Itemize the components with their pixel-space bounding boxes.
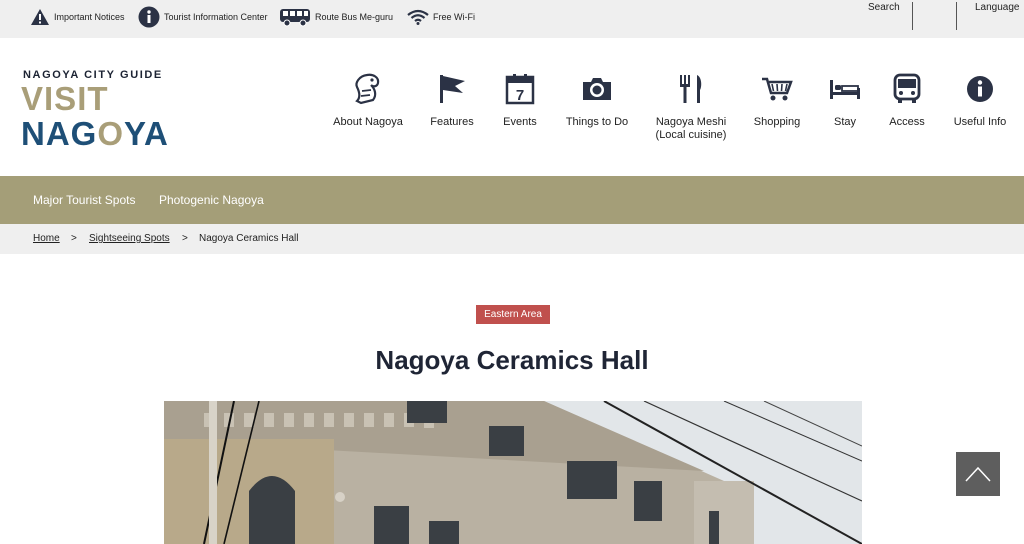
- nav-label: Events: [503, 116, 537, 128]
- utility-bar: Important Notices Tourist Information Ce…: [0, 0, 1024, 38]
- logo-visit: VISIT: [21, 80, 109, 117]
- area-badge[interactable]: Eastern Area: [476, 305, 550, 324]
- breadcrumb-current: Nagoya Ceramics Hall: [199, 233, 299, 244]
- nav-things-to-do[interactable]: Things to Do: [552, 72, 642, 129]
- tourist-info-label: Tourist Information Center: [164, 12, 268, 22]
- chevron-up-icon: [965, 466, 991, 482]
- important-notices-link[interactable]: Important Notices: [30, 6, 125, 28]
- nav-useful-info[interactable]: Useful Info: [935, 72, 1024, 129]
- nav-label: Features: [430, 116, 474, 128]
- route-bus-label: Route Bus Me-guru: [315, 12, 394, 22]
- nav-label: Access: [889, 116, 925, 128]
- bed-icon: [830, 80, 860, 99]
- shachihoko-icon: [355, 73, 380, 105]
- info-icon: [967, 76, 993, 102]
- important-notices-label: Important Notices: [54, 12, 125, 22]
- nav-label: Stay: [833, 116, 856, 128]
- breadcrumb-separator: >: [182, 233, 188, 244]
- warning-icon: [31, 9, 49, 25]
- breadcrumb-sightseeing[interactable]: Sightseeing Spots: [89, 233, 170, 244]
- nav-nagoya-meshi[interactable]: Nagoya Meshi (Local cuisine): [646, 72, 736, 142]
- sub-navigation: Major Tourist Spots Photogenic Nagoya: [0, 176, 1024, 224]
- camera-icon: [583, 78, 611, 100]
- logo-nagoya-o: O: [97, 117, 124, 150]
- bus-icon: [893, 73, 921, 103]
- nav-label: About Nagoya: [333, 116, 403, 128]
- route-bus-link[interactable]: Route Bus Me-guru: [279, 6, 393, 28]
- major-tourist-spots-link[interactable]: Major Tourist Spots: [33, 193, 136, 207]
- nav-label: Things to Do: [565, 116, 629, 128]
- back-to-top-button[interactable]: [956, 452, 1000, 496]
- calendar-icon: 7: [505, 74, 535, 105]
- language-link[interactable]: Language: [975, 2, 1020, 32]
- fork-knife-icon: [680, 75, 702, 103]
- main-photo: [164, 401, 862, 544]
- free-wifi-link[interactable]: Free Wi-Fi: [407, 6, 475, 28]
- bus-side-icon: [280, 9, 310, 27]
- info-circle-icon: [138, 6, 160, 28]
- cart-icon: [762, 77, 793, 101]
- logo-nagoya: NAGOYA: [21, 117, 169, 150]
- nav-label: Shopping: [753, 116, 801, 128]
- divider: [912, 2, 913, 30]
- photogenic-nagoya-link[interactable]: Photogenic Nagoya: [159, 193, 264, 207]
- nav-label: Nagoya Meshi (Local cuisine): [655, 116, 727, 142]
- site-header: NAGOYA CITY GUIDE VISIT NAGOYA About Nag…: [0, 38, 1024, 176]
- nav-about-nagoya[interactable]: About Nagoya: [323, 72, 413, 129]
- wifi-icon: [407, 9, 429, 25]
- building-illustration: [164, 401, 862, 544]
- nav-label: Useful Info: [953, 116, 1007, 128]
- page-title: Nagoya Ceramics Hall: [375, 345, 649, 375]
- logo-nagoya-o-letter: O: [97, 115, 125, 152]
- logo-nagoya-pre: NAG: [21, 115, 98, 152]
- breadcrumb-separator: >: [71, 233, 77, 244]
- breadcrumb-home[interactable]: Home: [33, 233, 60, 244]
- breadcrumb: Home > Sightseeing Spots > Nagoya Cerami…: [0, 224, 1024, 254]
- flag-icon: [440, 75, 465, 103]
- calendar-day: 7: [516, 87, 524, 104]
- logo-nagoya-post: YA: [124, 115, 169, 152]
- search-link[interactable]: Search: [868, 2, 900, 32]
- divider: [956, 2, 957, 30]
- tourist-info-link[interactable]: Tourist Information Center: [138, 6, 268, 28]
- free-wifi-label: Free Wi-Fi: [433, 12, 475, 22]
